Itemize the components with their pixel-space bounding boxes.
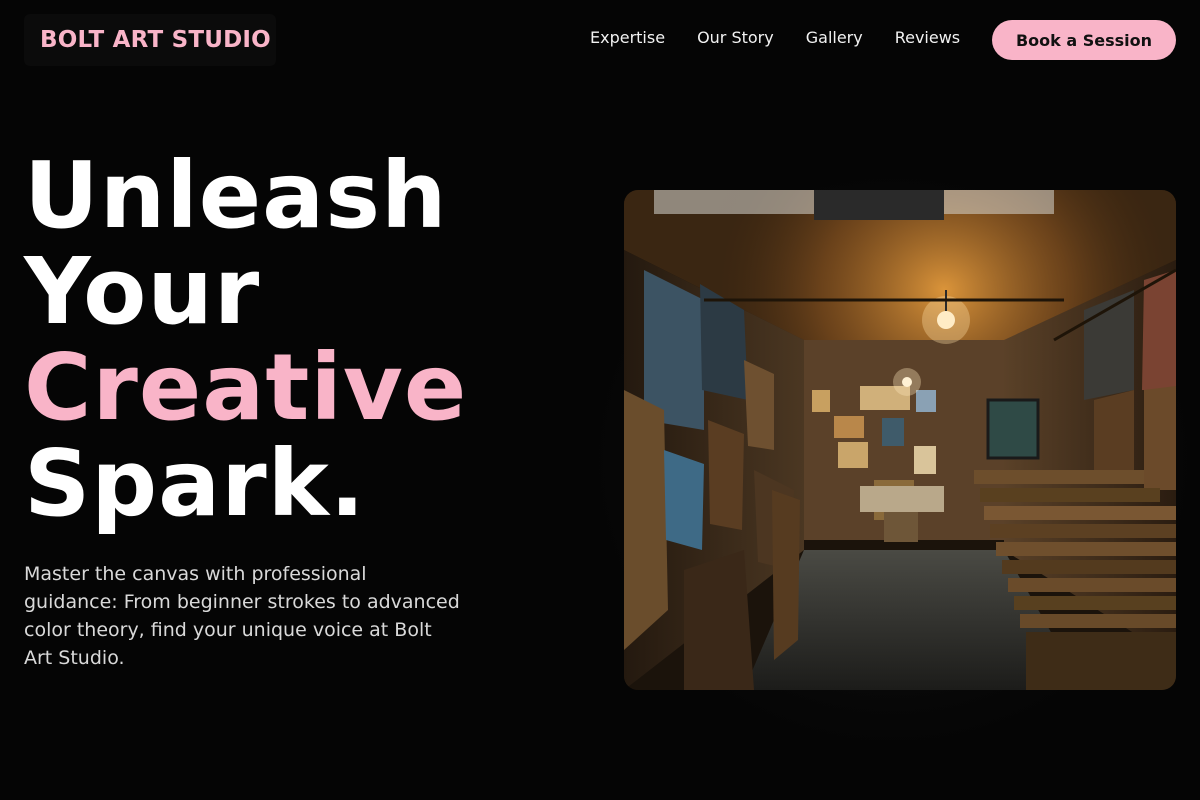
hero-title-line-2: Your: [24, 238, 261, 345]
hero-title: Unleash Your Creative Spark.: [24, 148, 467, 532]
book-session-button[interactable]: Book a Session: [992, 20, 1176, 60]
main-nav: Expertise Our Story Gallery Reviews: [590, 28, 992, 48]
logo[interactable]: BOLT ART STUDIO: [24, 14, 276, 66]
nav-link-expertise[interactable]: Expertise: [590, 28, 665, 48]
logo-text: BOLT ART STUDIO: [40, 27, 271, 53]
studio-gallery-image: [624, 190, 1176, 690]
nav-link-gallery[interactable]: Gallery: [806, 28, 863, 48]
hero-title-line-1: Unleash: [24, 142, 448, 249]
hero-title-line-4: Spark.: [24, 430, 366, 537]
hero-description: Master the canvas with professional guid…: [24, 563, 460, 669]
nav-link-our-story[interactable]: Our Story: [697, 28, 774, 48]
hero-title-accent: Creative: [24, 334, 468, 441]
gallery-illustration: [624, 190, 1176, 690]
nav-link-reviews[interactable]: Reviews: [895, 28, 960, 48]
